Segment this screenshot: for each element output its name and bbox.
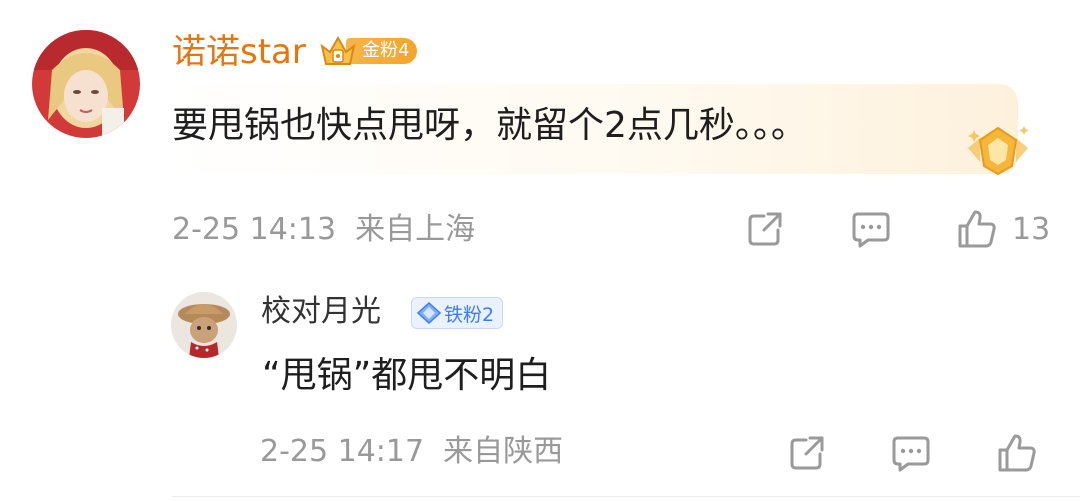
reply-comment-button[interactable] (890, 432, 932, 474)
iron-fan-badge[interactable]: 铁粉2 (411, 297, 504, 329)
comment-text: 要甩锅也快点甩呀，就留个2点几秒。。。 (172, 105, 807, 146)
reply-text: “甩锅”都甩不明白 (262, 355, 552, 396)
reply-meta: 2-25 14:17 来自陕西 (260, 432, 563, 472)
share-icon (790, 436, 824, 470)
comment-location: 来自上海 (355, 212, 476, 247)
replier-avatar[interactable] (171, 292, 237, 358)
divider (172, 496, 1080, 497)
reply-location: 来自陕西 (443, 434, 564, 469)
comment-time: 2-25 14:13 (172, 212, 337, 247)
comment-icon (892, 436, 930, 472)
reply-like-button[interactable] (996, 432, 1038, 474)
iron-fan-label: 铁粉2 (444, 303, 495, 326)
reply-share-button[interactable] (786, 432, 828, 474)
like-button[interactable] (956, 208, 998, 250)
like-icon (958, 210, 996, 248)
replier-username[interactable]: 校对月光 (261, 290, 381, 334)
reply-time: 2-25 14:17 (260, 434, 425, 469)
fan-level-badge[interactable]: 金粉4 (318, 34, 418, 68)
like-icon (998, 434, 1036, 472)
commenter-username[interactable]: 诺诺star (172, 28, 306, 76)
comment-meta: 2-25 14:13 来自上海 (172, 210, 475, 250)
like-count: 13 (1012, 212, 1051, 247)
comment-icon (852, 212, 890, 248)
medal-icon (962, 122, 1034, 180)
crown-icon (318, 34, 358, 68)
share-icon (748, 212, 782, 246)
share-button[interactable] (744, 208, 786, 250)
diamond-icon (416, 301, 442, 325)
comment-button[interactable] (850, 208, 892, 250)
commenter-avatar[interactable] (32, 30, 140, 138)
